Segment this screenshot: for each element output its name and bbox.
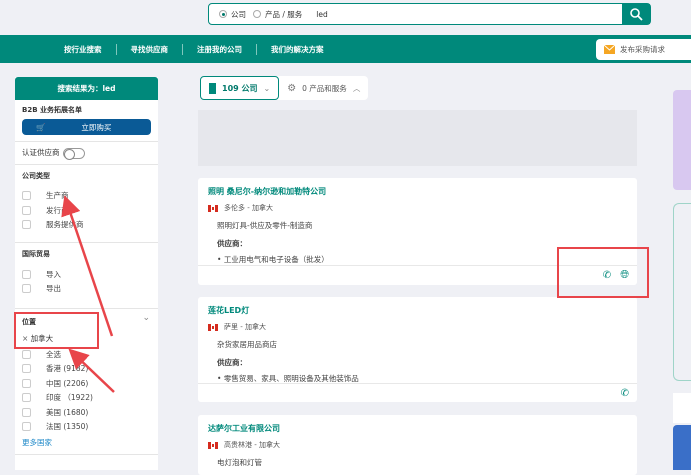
annotation-arrow: [61, 195, 114, 337]
annotation-layer: [14, 195, 649, 393]
annotation-box-location: [14, 312, 99, 349]
annotation-arrow: [68, 348, 115, 393]
annotation-box-icons: [557, 247, 649, 298]
